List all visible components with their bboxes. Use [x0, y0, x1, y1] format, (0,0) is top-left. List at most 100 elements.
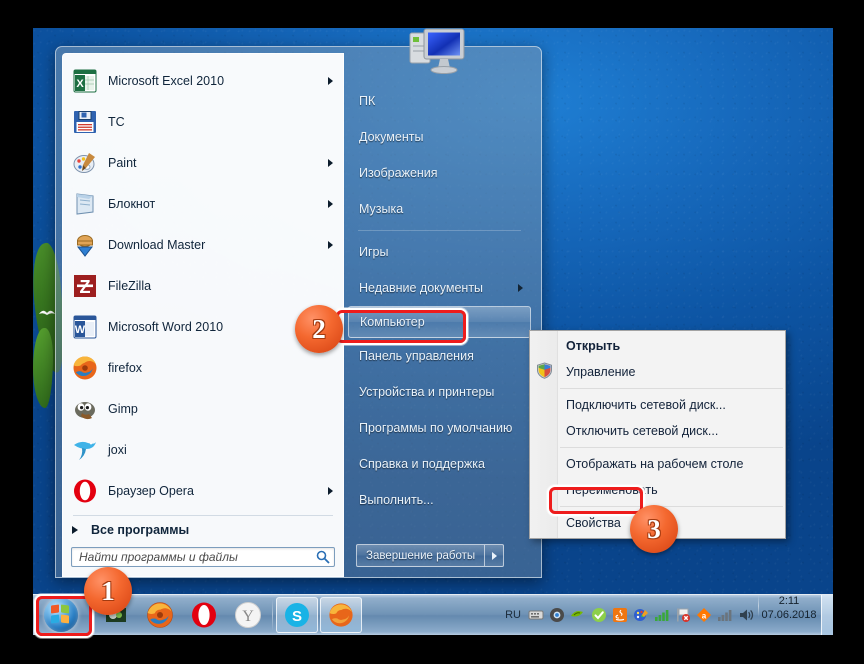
program-item-label: Браузер Opera: [108, 483, 194, 498]
program-item[interactable]: Браузер Opera: [63, 470, 343, 511]
right-pane-item-selected[interactable]: Компьютер: [348, 306, 531, 338]
chevron-right-icon: [328, 158, 333, 167]
network-error-icon[interactable]: [675, 607, 691, 623]
program-item-label: Download Master: [108, 237, 206, 252]
right-pane-item-label: Компьютер: [360, 315, 425, 329]
program-item[interactable]: Paint: [63, 142, 343, 183]
callout-badge-2: 2: [295, 305, 343, 353]
java-icon[interactable]: [612, 607, 628, 623]
chevron-right-icon: [328, 76, 333, 85]
taskbar-item-firefox-window[interactable]: [320, 597, 362, 633]
taskbar-empty-area: [363, 595, 495, 635]
right-pane-item[interactable]: Недавние документы: [344, 270, 535, 306]
shutdown-button[interactable]: Завершение работы: [356, 544, 485, 567]
program-item[interactable]: joxi: [63, 429, 343, 470]
chrome-icon[interactable]: [549, 607, 565, 623]
clock-time: 2:11: [778, 595, 800, 607]
program-item[interactable]: Gimp: [63, 388, 343, 429]
right-pane-item-label: Панель управления: [359, 349, 474, 363]
program-item[interactable]: Z FileZilla: [63, 265, 343, 306]
language-indicator[interactable]: RU: [503, 609, 523, 621]
right-pane-item[interactable]: Устройства и принтеры: [344, 374, 535, 410]
screen: X Microsoft Excel 2010 TC Paint Блокнот Downl…: [0, 0, 864, 664]
search-input[interactable]: [79, 550, 316, 565]
program-list: X Microsoft Excel 2010 TC Paint Блокнот Downl…: [63, 54, 343, 511]
program-item-label: Microsoft Excel 2010: [108, 73, 225, 88]
shutdown-options-button[interactable]: [484, 544, 505, 567]
word-icon: W: [73, 315, 97, 338]
program-item[interactable]: firefox: [63, 347, 343, 388]
context-menu-item-label: Управление: [566, 365, 636, 379]
taskbar-item-yandex-browser[interactable]: Y: [226, 595, 270, 635]
program-item-label: joxi: [108, 442, 127, 457]
callout-badge-3: 3: [630, 505, 678, 553]
taskbar-item-opera[interactable]: [182, 595, 226, 635]
right-pane-item[interactable]: ПК: [344, 83, 535, 119]
all-programs-item[interactable]: Все программы: [63, 516, 343, 543]
search-box[interactable]: [71, 547, 335, 567]
svg-text:a: a: [702, 612, 707, 621]
right-pane-item[interactable]: Документы: [344, 119, 535, 155]
program-item-icon-wrap: X: [72, 68, 98, 94]
clock[interactable]: 2:11 07.06.2018: [759, 595, 821, 635]
right-pane-item[interactable]: Справка и поддержка: [344, 446, 535, 482]
green-check-icon[interactable]: [591, 607, 607, 623]
right-pane-item-label: Документы: [359, 130, 424, 144]
program-item-icon-wrap: [72, 355, 98, 381]
firefox-window-icon: [329, 603, 353, 627]
context-menu-item[interactable]: Отображать на рабочем столе: [530, 451, 785, 477]
program-item-icon-wrap: [72, 232, 98, 258]
program-item-icon-wrap: [72, 437, 98, 463]
context-menu-item[interactable]: Отключить сетевой диск...: [530, 418, 785, 444]
volume-icon[interactable]: [738, 607, 754, 623]
context-menu-separator: [560, 388, 783, 389]
keyboard-icon[interactable]: [528, 607, 544, 623]
chevron-right-icon: [328, 240, 333, 249]
taskbar-item-skype[interactable]: S: [276, 597, 318, 633]
total-commander-icon: [74, 110, 96, 133]
context-menu-item-label: Отображать на рабочем столе: [566, 457, 744, 471]
chevron-right-icon: [518, 284, 523, 292]
wallpaper-grass-shape-2: [33, 328, 53, 408]
program-item-label: Paint: [108, 155, 137, 170]
context-menu-item[interactable]: Открыть: [530, 333, 785, 359]
right-pane-item[interactable]: Музыка: [344, 191, 535, 227]
program-item-icon-wrap: [72, 396, 98, 422]
yandex-browser-icon: Y: [235, 602, 261, 628]
taskbar-item-firefox[interactable]: [138, 595, 182, 635]
right-pane-item-label: Музыка: [359, 202, 404, 216]
start-button[interactable]: [33, 595, 89, 635]
signal-bars-icon[interactable]: [654, 607, 670, 623]
avast-icon[interactable]: a: [696, 607, 712, 623]
paint-net-icon[interactable]: [633, 607, 649, 623]
context-menu-item[interactable]: Подключить сетевой диск...: [530, 392, 785, 418]
program-item[interactable]: TC: [63, 101, 343, 142]
paint-icon: [73, 152, 95, 173]
start-menu-right-pane: ПК Документы Изображения Музыка Игры Недавние…: [344, 53, 535, 577]
right-pane-item[interactable]: Выполнить...: [344, 482, 535, 518]
shutdown-label: Завершение работы: [366, 549, 476, 562]
chevron-right-icon: [328, 486, 333, 495]
show-desktop-button[interactable]: [821, 595, 833, 635]
program-item-icon-wrap: [72, 478, 98, 504]
uac-shield-icon: [537, 362, 552, 379]
context-menu-separator: [560, 506, 783, 507]
program-item[interactable]: Download Master: [63, 224, 343, 265]
start-orb-icon[interactable]: [44, 598, 78, 632]
context-menu-item[interactable]: Управление: [530, 359, 785, 385]
windows-logo-icon: [51, 604, 71, 625]
right-pane-item-label: Устройства и принтеры: [359, 385, 495, 399]
right-pane-item[interactable]: Изображения: [344, 155, 535, 191]
callout-badge-3-number: 3: [647, 513, 661, 544]
start-menu-right-list: ПК Документы Изображения Музыка Игры Недавние…: [344, 83, 535, 518]
right-pane-item[interactable]: Игры: [344, 234, 535, 270]
search-icon[interactable]: [316, 550, 330, 564]
signal-bars-2-icon[interactable]: [717, 607, 733, 623]
right-pane-item-label: Программы по умолчанию: [359, 421, 513, 435]
right-pane-item[interactable]: Панель управления: [344, 338, 535, 374]
program-item[interactable]: Блокнот: [63, 183, 343, 224]
right-pane-item[interactable]: Программы по умолчанию: [344, 410, 535, 446]
nvidia-icon[interactable]: [570, 607, 586, 623]
program-item[interactable]: X Microsoft Excel 2010: [63, 60, 343, 101]
context-menu-item[interactable]: Переименовать: [530, 477, 785, 503]
